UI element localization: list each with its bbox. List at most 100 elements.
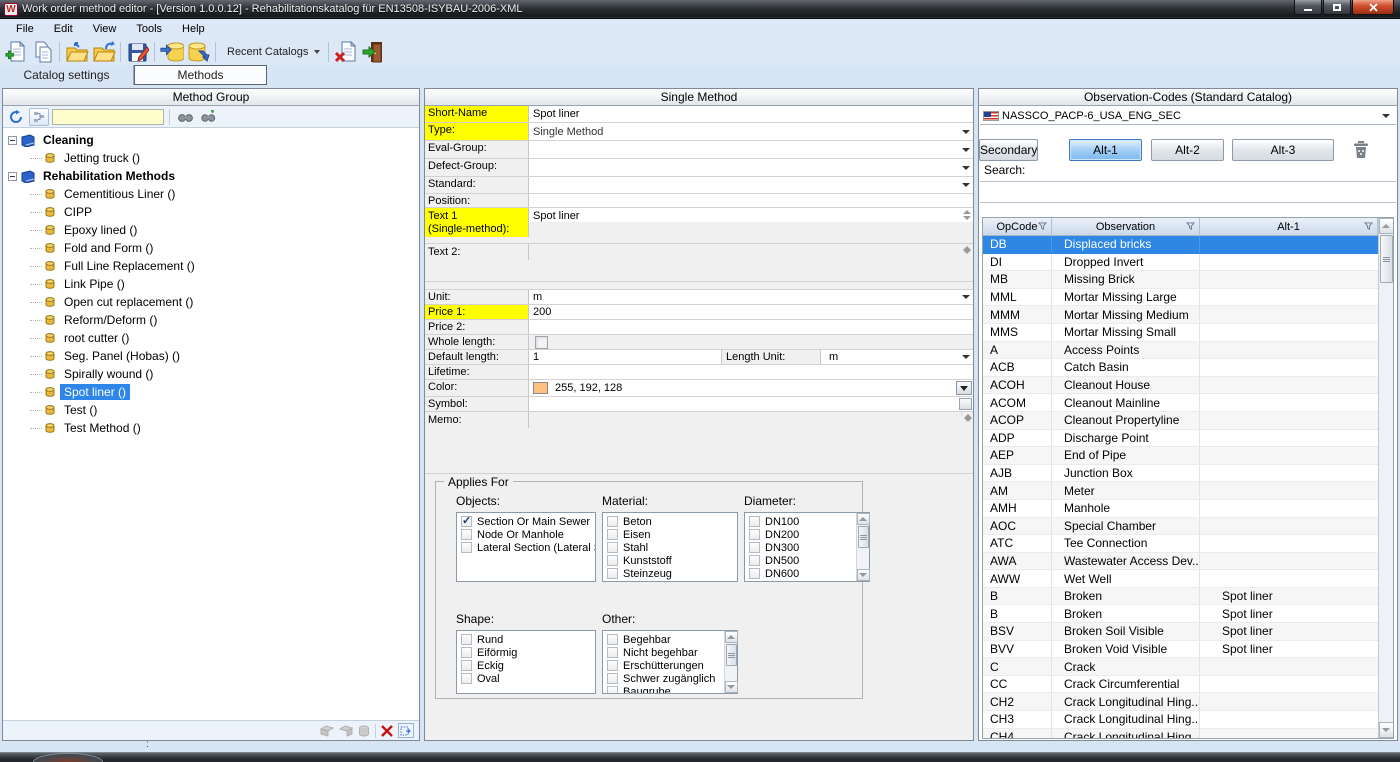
search-button[interactable] — [175, 108, 195, 126]
table-row[interactable]: AEP End of Pipe — [983, 447, 1378, 465]
table-row[interactable]: ACOH Cleanout House — [983, 376, 1378, 395]
checkbox-icon[interactable] — [607, 634, 618, 645]
checklist-item[interactable]: Rund — [457, 633, 595, 646]
refresh-button[interactable] — [6, 108, 26, 126]
alt-button[interactable]: Secondary — [979, 139, 1039, 161]
filter-icon[interactable] — [1186, 222, 1195, 231]
tree-item[interactable]: Spirally wound () — [3, 365, 419, 383]
checkbox-icon[interactable] — [461, 542, 472, 553]
alt-button[interactable]: Alt-3 — [1232, 139, 1334, 161]
checklist-item[interactable]: Lateral Section (Lateral Se — [457, 541, 595, 554]
table-row[interactable]: ATC Tee Connection — [983, 535, 1378, 553]
checkbox-icon[interactable] — [461, 514, 472, 527]
table-row[interactable]: AWW Wet Well — [983, 570, 1378, 588]
checklist-item[interactable]: Eisen — [603, 528, 737, 541]
checklist-item[interactable]: DN300 — [745, 541, 869, 554]
position-input[interactable] — [529, 194, 973, 207]
symbol-input[interactable] — [529, 397, 973, 411]
checkbox-icon[interactable] — [749, 516, 760, 527]
checklist-item[interactable]: DN100 — [745, 515, 869, 528]
scroll-thumb[interactable] — [725, 644, 737, 666]
checklist-item[interactable]: Nicht begehbar — [603, 646, 737, 659]
table-row[interactable]: AWA Wastewater Access Dev... — [983, 552, 1378, 571]
tree-item[interactable]: Test Method () — [3, 419, 419, 437]
tree-filter-input[interactable] — [52, 108, 164, 125]
tree-item[interactable]: Cementitious Liner () — [3, 185, 419, 203]
menu-item[interactable]: View — [83, 21, 127, 37]
checkbox-icon[interactable] — [461, 647, 472, 658]
table-row[interactable]: ACOP Cleanout Propertyline — [983, 411, 1378, 430]
checklist-item[interactable]: Steinzeug — [603, 567, 737, 580]
checkbox-icon[interactable] — [607, 529, 618, 540]
diameter-scrollbar[interactable] — [856, 513, 870, 581]
checklist-item[interactable]: Kunststoff — [603, 554, 737, 567]
table-row[interactable]: B Broken Spot liner — [983, 587, 1378, 606]
table-row[interactable]: A Access Points — [983, 341, 1378, 360]
checklist-item[interactable]: Section Or Main Sewer — [457, 514, 595, 528]
checklist-item[interactable]: Eckig — [457, 659, 595, 672]
close-button[interactable] — [1352, 0, 1394, 15]
db-export-button[interactable] — [185, 39, 212, 64]
filter-icon[interactable] — [1038, 222, 1047, 231]
tree-item[interactable]: Spot liner () — [3, 383, 419, 401]
table-row[interactable]: DB Displaced bricks — [983, 236, 1378, 254]
defect-group-select[interactable] — [529, 159, 973, 176]
scroll-thumb[interactable] — [857, 526, 869, 548]
checklist-item[interactable]: Schwer zugänglich — [603, 672, 737, 685]
scroll-up-icon[interactable] — [724, 631, 738, 643]
import-catalog-button[interactable] — [90, 39, 117, 64]
checkbox-icon[interactable] — [461, 529, 472, 540]
checkbox-icon[interactable] — [607, 555, 618, 566]
delete-method-button[interactable] — [381, 724, 393, 737]
maximize-button[interactable] — [1323, 0, 1351, 15]
checkbox-icon[interactable] — [461, 660, 472, 671]
table-row[interactable]: CH4 Crack Longitudinal Hing... — [983, 728, 1378, 738]
scroll-down-icon[interactable] — [856, 569, 870, 581]
scroll-up-icon[interactable] — [1378, 218, 1393, 234]
move-method-button[interactable] — [398, 723, 414, 738]
collapse-icon[interactable] — [8, 135, 17, 145]
tree-item[interactable]: Cleaning — [3, 131, 419, 149]
menu-item[interactable]: Help — [172, 21, 215, 37]
other-scrollbar[interactable] — [724, 631, 738, 693]
checklist-item[interactable]: Stahl — [603, 541, 737, 554]
table-row[interactable]: ACOM Cleanout Mainline — [983, 394, 1378, 412]
checkbox-icon[interactable] — [749, 542, 760, 553]
text2-scrollbar[interactable] — [961, 244, 973, 254]
checkbox-icon[interactable] — [749, 555, 760, 566]
tree-item[interactable]: Seg. Panel (Hobas) () — [3, 347, 419, 365]
save-catalog-button[interactable] — [124, 39, 151, 64]
eval-group-select[interactable] — [529, 141, 973, 158]
table-row[interactable]: CC Crack Circumferential — [983, 675, 1378, 694]
db-import-button[interactable] — [158, 39, 185, 64]
table-row[interactable]: MMM Mortar Missing Medium — [983, 306, 1378, 324]
tree-item[interactable]: Jetting truck () — [3, 149, 419, 167]
table-row[interactable]: ACB Catch Basin — [983, 359, 1378, 377]
checkbox-icon[interactable] — [607, 542, 618, 553]
checklist-item[interactable]: Node Or Manhole — [457, 528, 595, 541]
minimize-button[interactable] — [1294, 0, 1322, 15]
tree-levels-button[interactable] — [29, 107, 49, 126]
observation-search-input[interactable] — [980, 181, 1396, 203]
observation-scrollbar[interactable] — [1378, 218, 1393, 738]
tree-item[interactable]: Fold and Form () — [3, 239, 419, 257]
table-row[interactable]: C Crack — [983, 658, 1378, 676]
tab-methods[interactable]: Methods — [134, 65, 267, 85]
tree-item[interactable]: Link Pipe () — [3, 275, 419, 293]
menu-item[interactable]: File — [6, 21, 44, 37]
checklist-item[interactable]: DN200 — [745, 528, 869, 541]
table-row[interactable]: AJB Junction Box — [983, 464, 1378, 483]
scroll-up-icon[interactable] — [856, 513, 870, 525]
alt-button[interactable]: Alt-2 — [1151, 139, 1224, 161]
filter-icon[interactable] — [1364, 222, 1373, 231]
table-row[interactable]: MB Missing Brick — [983, 271, 1378, 289]
table-row[interactable]: ADP Discharge Point — [983, 429, 1378, 448]
tree-item[interactable]: Full Line Replacement () — [3, 257, 419, 275]
checklist-item[interactable]: Eiförmig — [457, 646, 595, 659]
table-row[interactable]: DI Dropped Invert — [983, 253, 1378, 272]
table-row[interactable]: BVV Broken Void Visible Spot liner — [983, 640, 1378, 659]
checkbox-icon[interactable] — [607, 647, 618, 658]
scroll-down-icon[interactable] — [1378, 722, 1393, 738]
color-select[interactable]: 255, 192, 128 — [529, 380, 973, 396]
clear-alt-button[interactable] — [1350, 137, 1372, 163]
